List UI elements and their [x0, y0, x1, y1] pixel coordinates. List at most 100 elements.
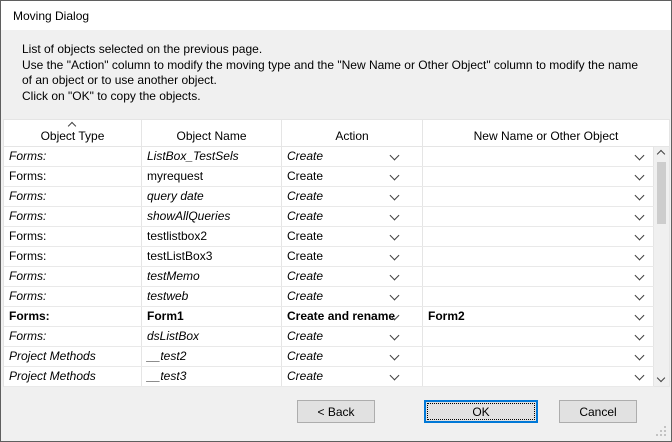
chevron-down-icon — [390, 371, 400, 381]
back-button[interactable]: < Back — [297, 400, 375, 423]
new-name-combobox[interactable] — [423, 207, 654, 226]
object-name-cell: Form1 — [142, 307, 282, 326]
new-name-combobox[interactable] — [423, 327, 654, 346]
chevron-down-icon — [635, 351, 645, 361]
new-name-combobox[interactable] — [423, 347, 654, 366]
instruction-line: Click on "OK" to copy the objects. — [22, 89, 638, 105]
object-name-cell: testMemo — [142, 267, 282, 286]
action-combobox[interactable]: Create — [282, 167, 423, 186]
table-row: Project Methods __test2 Create — [4, 347, 654, 367]
window-title: Moving Dialog — [13, 9, 89, 23]
table-header-row: Object Type Object Name Action New Name … — [4, 120, 669, 147]
column-header-object-type[interactable]: Object Type — [4, 120, 142, 146]
chevron-down-icon — [390, 291, 400, 301]
chevron-down-icon — [390, 251, 400, 261]
table-row: Forms: Form1 Create and rename Form2 — [4, 307, 654, 327]
scrollbar-thumb[interactable] — [657, 162, 666, 224]
table-row: Forms: showAllQueries Create — [4, 207, 654, 227]
object-type-cell: Forms: — [4, 307, 142, 326]
object-type-cell: Project Methods — [4, 367, 142, 386]
chevron-down-icon — [390, 271, 400, 281]
object-type-cell: Forms: — [4, 147, 142, 166]
object-type-cell: Forms: — [4, 207, 142, 226]
chevron-down-icon — [390, 171, 400, 181]
new-name-combobox[interactable] — [423, 227, 654, 246]
new-name-combobox[interactable] — [423, 287, 654, 306]
instruction-line: List of objects selected on the previous… — [22, 42, 638, 58]
object-name-cell: testListBox3 — [142, 247, 282, 266]
chevron-down-icon — [635, 291, 645, 301]
object-name-cell: testlistbox2 — [142, 227, 282, 246]
action-combobox[interactable]: Create — [282, 247, 423, 266]
new-name-combobox[interactable] — [423, 147, 654, 166]
object-type-cell: Forms: — [4, 267, 142, 286]
objects-table: Object Type Object Name Action New Name … — [3, 119, 670, 387]
moving-dialog-window: Moving Dialog List of objects selected o… — [0, 0, 672, 442]
chevron-down-icon — [635, 151, 645, 161]
object-type-cell: Forms: — [4, 167, 142, 186]
chevron-down-icon — [390, 231, 400, 241]
object-name-cell: query date — [142, 187, 282, 206]
scroll-down-button[interactable] — [654, 373, 669, 386]
table-row: Forms: testMemo Create — [4, 267, 654, 287]
action-combobox[interactable]: Create — [282, 227, 423, 246]
column-header-object-name[interactable]: Object Name — [142, 120, 282, 146]
action-combobox[interactable]: Create and rename — [282, 307, 423, 326]
column-header-action[interactable]: Action — [282, 120, 423, 146]
object-type-cell: Forms: — [4, 327, 142, 346]
chevron-down-icon — [635, 331, 645, 341]
new-name-combobox[interactable] — [423, 367, 654, 386]
table-row: Forms: query date Create — [4, 187, 654, 207]
new-name-combobox[interactable] — [423, 167, 654, 186]
chevron-down-icon — [390, 211, 400, 221]
column-header-new-name[interactable]: New Name or Other Object — [423, 120, 669, 146]
chevron-down-icon — [635, 191, 645, 201]
object-name-cell: showAllQueries — [142, 207, 282, 226]
object-name-cell: __test3 — [142, 367, 282, 386]
chevron-down-icon — [635, 371, 645, 381]
action-combobox[interactable]: Create — [282, 187, 423, 206]
table-row: Forms: testlistbox2 Create — [4, 227, 654, 247]
table-row: Forms: myrequest Create — [4, 167, 654, 187]
vertical-scrollbar[interactable] — [654, 147, 669, 386]
object-name-cell: ListBox_TestSels — [142, 147, 282, 166]
table-row: Forms: ListBox_TestSels Create — [4, 147, 654, 167]
title-bar: Moving Dialog — [1, 1, 671, 30]
instructions-text: List of objects selected on the previous… — [22, 42, 638, 104]
instruction-line: of an object or to use another object. — [22, 73, 638, 89]
ok-button[interactable]: OK — [424, 400, 538, 423]
resize-grip[interactable] — [656, 426, 666, 436]
table-body: Forms: ListBox_TestSels Create Forms: my… — [4, 147, 654, 387]
table-row: Forms: testListBox3 Create — [4, 247, 654, 267]
new-name-combobox[interactable] — [423, 247, 654, 266]
object-type-cell: Forms: — [4, 247, 142, 266]
action-combobox[interactable]: Create — [282, 327, 423, 346]
action-combobox[interactable]: Create — [282, 367, 423, 386]
new-name-combobox[interactable] — [423, 187, 654, 206]
chevron-down-icon — [635, 211, 645, 221]
object-type-cell: Forms: — [4, 287, 142, 306]
chevron-down-icon — [390, 351, 400, 361]
chevron-down-icon — [390, 331, 400, 341]
chevron-down-icon — [390, 151, 400, 161]
object-name-cell: myrequest — [142, 167, 282, 186]
action-combobox[interactable]: Create — [282, 287, 423, 306]
object-type-cell: Forms: — [4, 187, 142, 206]
table-row: Project Methods __test3 Create — [4, 367, 654, 387]
chevron-down-icon — [390, 191, 400, 201]
instruction-line: Use the "Action" column to modify the mo… — [22, 58, 638, 74]
action-combobox[interactable]: Create — [282, 147, 423, 166]
scroll-up-button[interactable] — [654, 147, 669, 160]
action-combobox[interactable]: Create — [282, 267, 423, 286]
new-name-combobox[interactable] — [423, 267, 654, 286]
table-row: Forms: dsListBox Create — [4, 327, 654, 347]
chevron-down-icon — [635, 271, 645, 281]
object-type-cell: Project Methods — [4, 347, 142, 366]
action-combobox[interactable]: Create — [282, 347, 423, 366]
object-name-cell: __test2 — [142, 347, 282, 366]
cancel-button[interactable]: Cancel — [559, 400, 637, 423]
object-name-cell: testweb — [142, 287, 282, 306]
action-combobox[interactable]: Create — [282, 207, 423, 226]
new-name-combobox[interactable]: Form2 — [423, 307, 654, 326]
chevron-down-icon — [635, 171, 645, 181]
